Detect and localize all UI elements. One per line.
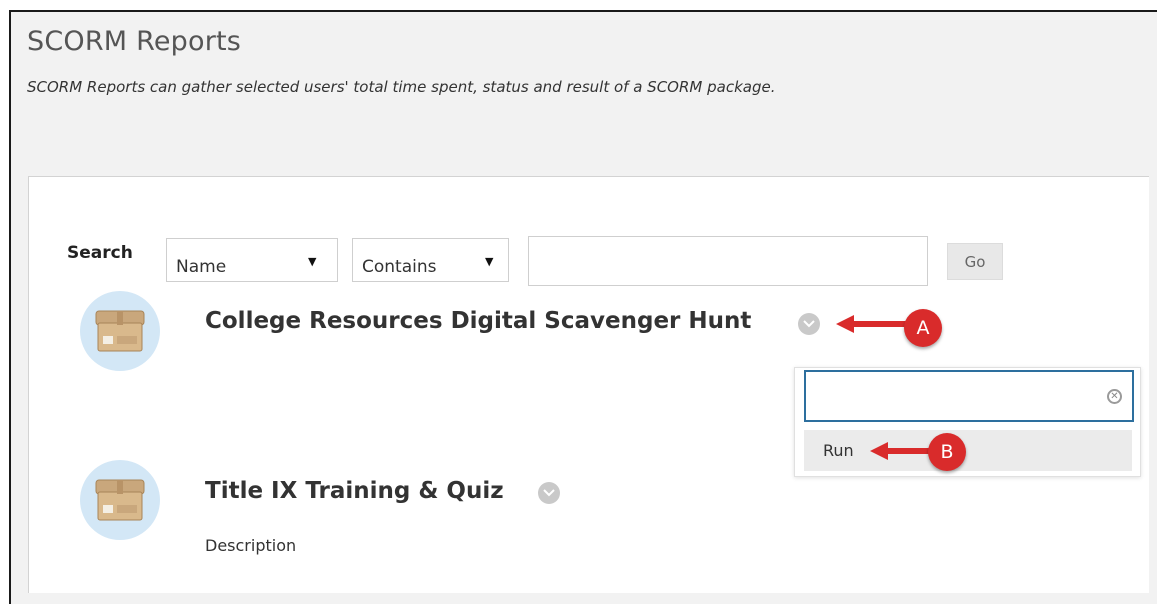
search-field-value: Name — [176, 257, 227, 277]
menu-filter-input[interactable]: ✕ — [804, 370, 1134, 422]
page-title: SCORM Reports — [27, 26, 242, 57]
menu-item-run[interactable]: Run — [804, 430, 1132, 471]
package-box-icon — [80, 291, 160, 371]
search-input[interactable] — [528, 236, 928, 286]
callout-a: A — [904, 309, 942, 347]
chevron-down-icon[interactable] — [798, 313, 820, 335]
item-title[interactable]: Title IX Training & Quiz — [205, 478, 504, 504]
callout-arrow-a — [836, 315, 908, 333]
search-field-select[interactable]: Name ▼ — [166, 238, 338, 282]
page-subtitle: SCORM Reports can gather selected users'… — [27, 78, 776, 96]
clear-icon[interactable]: ✕ — [1107, 389, 1122, 404]
caret-down-icon: ▼ — [308, 255, 317, 268]
search-operator-select[interactable]: Contains ▼ — [352, 238, 509, 282]
menu-item-label: Run — [823, 441, 854, 460]
chevron-down-icon[interactable] — [538, 482, 560, 504]
package-box-icon — [80, 460, 160, 540]
search-label: Search — [67, 243, 133, 263]
context-menu: ✕ Run — [794, 367, 1141, 477]
item-title[interactable]: College Resources Digital Scavenger Hunt — [205, 308, 751, 334]
go-button[interactable]: Go — [947, 243, 1003, 280]
search-operator-value: Contains — [362, 257, 437, 277]
callout-arrow-b — [870, 442, 932, 460]
callout-b: B — [928, 433, 966, 471]
item-description: Description — [205, 536, 297, 555]
caret-down-icon: ▼ — [485, 255, 494, 268]
